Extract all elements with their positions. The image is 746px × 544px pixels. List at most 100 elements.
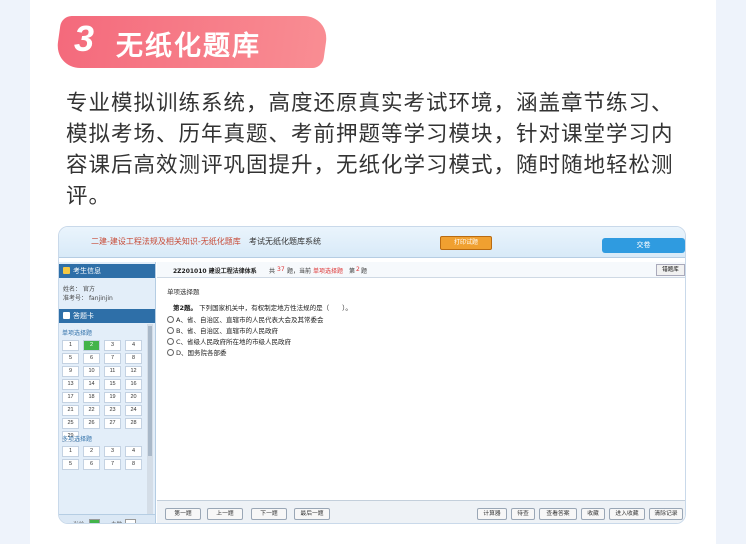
option-c[interactable]: C、省级人民政府所在地的市级人民政府 (167, 336, 291, 346)
answer-card-cell[interactable]: 5 (62, 459, 79, 470)
answer-card-cell[interactable]: 27 (104, 418, 121, 429)
submit-button[interactable]: 交卷 (602, 238, 685, 253)
first-question-button[interactable]: 第一题 (165, 508, 201, 520)
feature-description: 专业模拟训练系统，高度还原真实考试环境，涵盖章节练习、模拟考场、历年真题、考前押… (66, 91, 674, 209)
answer-card-cell[interactable]: 9 (62, 366, 79, 377)
answer-card-cell[interactable]: 16 (125, 379, 142, 390)
option-d[interactable]: D、国务院各部委 (167, 347, 227, 357)
open-favorites-button[interactable]: 进入收藏 (609, 508, 645, 520)
candidate-header-label: 考生信息 (73, 267, 101, 275)
chapter-code: 2Z201010 建设工程法律体系 (173, 268, 257, 275)
answer-card-cell[interactable]: 1 (62, 446, 79, 457)
answer-card-cell[interactable]: 28 (125, 418, 142, 429)
status-legend: 当前 未做 待查 已做 (59, 514, 155, 523)
answer-card-cell[interactable]: 26 (83, 418, 100, 429)
question-section: 单项选择题 (167, 288, 200, 296)
answer-card-cell[interactable]: 7 (104, 459, 121, 470)
question-text: 下列国家机关中，有权制定地方性法规的是（ ）。 (199, 304, 352, 312)
question-panel: 2Z201010 建设工程法律体系 共 37 题，当前 单项选择题 第 2 题 … (157, 262, 685, 523)
answer-card-cell[interactable]: 6 (83, 353, 100, 364)
error-bank-button[interactable]: 错题库 (656, 264, 685, 276)
single-choice-grid: 1 2 3 4 5 6 7 8 9 10 11 12 13 14 15 16 17 18 19 20 21 22 23 24 2… (62, 340, 142, 442)
option-a-text: A、省、自治区、直辖市的人民代表大会及其常委会 (176, 316, 324, 324)
legend-unanswered: 未做 (111, 520, 122, 523)
calculator-button[interactable]: 计算器 (477, 508, 507, 520)
answer-card-cell[interactable]: 10 (83, 366, 100, 377)
view-answer-button[interactable]: 查看答案 (539, 508, 577, 520)
answer-card-cell[interactable]: 25 (62, 418, 79, 429)
answer-card-cell[interactable]: 20 (125, 392, 142, 403)
section-title: 无纸化题库 (116, 31, 261, 62)
answer-card-cell[interactable]: 2 (83, 340, 100, 351)
answer-card-cell[interactable]: 7 (104, 353, 121, 364)
index-suffix: 题 (361, 268, 368, 275)
candidate-header: 考生信息 (59, 264, 155, 278)
print-button[interactable]: 打印试题 (440, 236, 492, 250)
answer-card-cell[interactable]: 17 (62, 392, 79, 403)
prev-question-button[interactable]: 上一题 (207, 508, 243, 520)
radio-icon[interactable] (167, 327, 174, 334)
answer-card-cell[interactable]: 3 (104, 340, 121, 351)
answer-card-cell[interactable]: 12 (125, 366, 142, 377)
id-value: fanjinjin (88, 295, 113, 302)
answer-card-cell[interactable]: 14 (83, 379, 100, 390)
sidebar-scrollbar[interactable] (147, 324, 153, 514)
current-index: 2 (356, 266, 360, 273)
candidate-id: 准考号： fanjinjin (63, 293, 113, 302)
answer-card-cell[interactable]: 15 (104, 379, 121, 390)
answer-card-cell[interactable]: 18 (83, 392, 100, 403)
answer-card-cell[interactable]: 6 (83, 459, 100, 470)
legend-unanswered-swatch (125, 519, 136, 523)
answer-card-cell[interactable]: 24 (125, 405, 142, 416)
id-label: 准考号： (63, 295, 88, 302)
question-info-bar: 2Z201010 建设工程法律体系 共 37 题，当前 单项选择题 第 2 题 … (157, 262, 685, 278)
answer-card-cell[interactable]: 21 (62, 405, 79, 416)
current-type: 单项选择题 (313, 268, 344, 275)
answer-card-cell[interactable]: 4 (125, 446, 142, 457)
option-d-text: D、国务院各部委 (176, 349, 227, 357)
option-a[interactable]: A、省、自治区、直辖市的人民代表大会及其常委会 (167, 314, 323, 324)
index-prefix: 第 (349, 268, 356, 275)
footer-toolbar: 第一题 上一题 下一题 最后一题 计算器 待查 查看答案 收藏 进入收藏 清除记… (157, 500, 685, 523)
answer-card-cell[interactable]: 2 (83, 446, 100, 457)
answer-card-cell[interactable]: 8 (125, 459, 142, 470)
section-number: 3 (74, 18, 95, 59)
user-icon (63, 267, 70, 274)
answer-card-cell[interactable]: 11 (104, 366, 121, 377)
question-number: 第2题。 (173, 304, 198, 312)
answer-card-cell[interactable]: 1 (62, 340, 79, 351)
radio-icon[interactable] (167, 349, 174, 356)
review-button[interactable]: 待查 (511, 508, 535, 520)
answer-card-cell[interactable]: 5 (62, 353, 79, 364)
total-suffix: 题，当前 (287, 268, 312, 275)
radio-icon[interactable] (167, 316, 174, 323)
favorite-button[interactable]: 收藏 (581, 508, 605, 520)
answer-card-cell[interactable]: 3 (104, 446, 121, 457)
radio-icon[interactable] (167, 338, 174, 345)
exam-screenshot: 二建-建设工程法规及相关知识-无纸化题库 考试无纸化题库系统 打印试题 交卷 考… (58, 226, 686, 524)
name-label: 姓名： (63, 286, 82, 293)
legend-current: 当前 (73, 520, 84, 523)
answer-card-cell[interactable]: 13 (62, 379, 79, 390)
answer-card-cell[interactable]: 22 (83, 405, 100, 416)
answer-card-cell[interactable]: 23 (104, 405, 121, 416)
total-count: 37 (277, 266, 285, 273)
scrollbar-thumb[interactable] (148, 326, 152, 456)
multi-choice-grid: 1234 5678 (62, 446, 142, 470)
option-b[interactable]: B、省、自治区、直辖市的人民政府 (167, 325, 278, 335)
clear-records-button[interactable]: 清除记录 (649, 508, 683, 520)
system-name: 考试无纸化题库系统 (249, 237, 321, 246)
answer-card-cell[interactable]: 4 (125, 340, 142, 351)
next-question-button[interactable]: 下一题 (251, 508, 287, 520)
answer-card-label: 答题卡 (73, 312, 94, 320)
last-question-button[interactable]: 最后一题 (294, 508, 330, 520)
candidate-name: 姓名： 官方 (63, 284, 95, 293)
name-value: 官方 (82, 286, 95, 293)
single-choice-title: 单项选择题 (62, 330, 93, 337)
answer-card-header: 答题卡 (59, 309, 155, 323)
answer-card-cell[interactable]: 8 (125, 353, 142, 364)
legend-current-swatch (89, 519, 100, 523)
option-c-text: C、省级人民政府所在地的市级人民政府 (176, 338, 292, 346)
sidebar: 考生信息 姓名： 官方 准考号： fanjinjin 答题卡 单项选择题 123… (59, 262, 156, 523)
answer-card-cell[interactable]: 19 (104, 392, 121, 403)
